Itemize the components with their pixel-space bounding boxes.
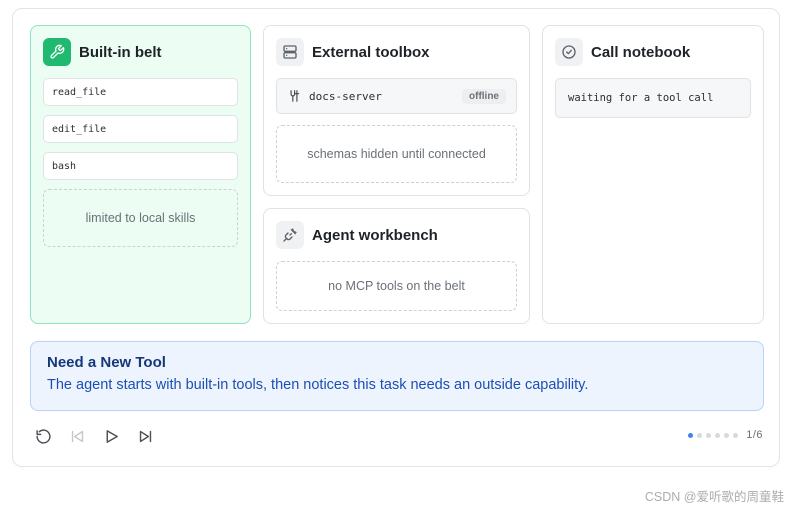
tool-chip-bash: bash <box>43 152 238 180</box>
banner-text: The agent starts with built-in tools, th… <box>47 377 589 393</box>
schemas-hidden-note: schemas hidden until connected <box>276 125 517 183</box>
notebook-title: Call notebook <box>591 43 691 61</box>
restart-icon[interactable] <box>33 426 53 446</box>
step-dot[interactable] <box>688 432 694 438</box>
built-in-belt-panel: Built-in belt read_file edit_file bash l… <box>30 25 251 324</box>
playback-controls <box>33 426 155 446</box>
page-count: 1/6 <box>746 429 763 441</box>
skip-back-icon[interactable] <box>67 426 87 446</box>
plug-icon <box>276 221 304 249</box>
watermark: CSDN @爱听歌的周童鞋 <box>644 490 784 504</box>
status-badge: offline <box>462 88 506 104</box>
agent-workbench-panel: Agent workbench no MCP tools on the belt <box>263 208 530 324</box>
call-notebook-panel: Call notebook waiting for a tool call <box>542 25 764 324</box>
server-row[interactable]: docs-server offline <box>276 78 517 114</box>
step-banner: Need a New Tool The agent starts with bu… <box>30 341 764 411</box>
step-dot[interactable] <box>697 432 703 438</box>
toolbox-title: External toolbox <box>312 43 430 61</box>
workbench-title: Agent workbench <box>312 226 438 244</box>
check-circle-icon <box>555 38 583 66</box>
step-dot[interactable] <box>715 432 721 438</box>
tool-chip-edit-file: edit_file <box>43 115 238 143</box>
no-mcp-tools-note: no MCP tools on the belt <box>276 261 517 311</box>
external-toolbox-panel: External toolbox docs-server offline sch… <box>263 25 530 196</box>
belt-limit-note: limited to local skills <box>43 189 238 247</box>
step-dot[interactable] <box>733 432 739 438</box>
banner-title: Need a New Tool <box>47 354 166 371</box>
step-dots <box>688 432 739 438</box>
step-dot[interactable] <box>706 432 712 438</box>
belt-title: Built-in belt <box>79 43 162 61</box>
server-icon <box>276 38 304 66</box>
tool-chip-read-file: read_file <box>43 78 238 106</box>
wrench-icon <box>43 38 71 66</box>
connector-icon <box>290 90 300 102</box>
stepper-frame: Built-in belt read_file edit_file bash l… <box>12 8 780 467</box>
step-pager: 1/6 <box>688 429 763 441</box>
play-icon[interactable] <box>101 426 121 446</box>
skip-forward-icon[interactable] <box>135 426 155 446</box>
step-dot[interactable] <box>724 432 730 438</box>
notebook-status: waiting for a tool call <box>555 78 751 118</box>
server-name: docs-server <box>309 89 382 103</box>
